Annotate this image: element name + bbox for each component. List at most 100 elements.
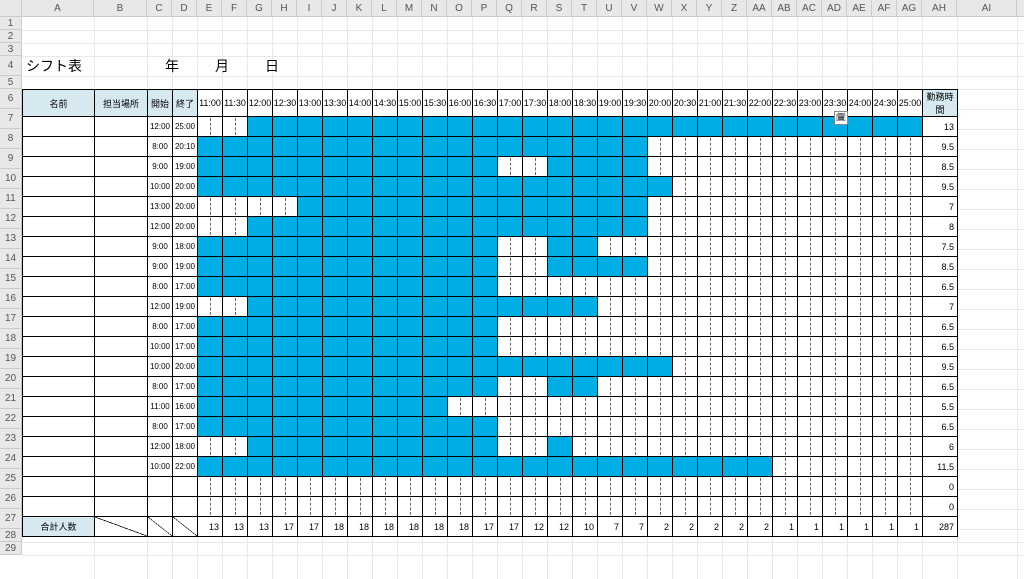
row-header[interactable]: 22	[0, 409, 22, 429]
table-header: 17:30	[523, 90, 548, 117]
row-header[interactable]: 2	[0, 30, 22, 43]
col-header[interactable]: H	[272, 0, 297, 16]
col-header[interactable]: A	[22, 0, 94, 16]
col-header[interactable]: L	[372, 0, 397, 16]
table-header: 12:30	[273, 90, 298, 117]
table-row[interactable]: 10:0020:009.5	[23, 357, 958, 377]
table-row[interactable]: 8:0020:109.5	[23, 137, 958, 157]
col-header[interactable]: S	[547, 0, 572, 16]
table-row[interactable]: 8:0017:006.5	[23, 417, 958, 437]
col-header[interactable]: Q	[497, 0, 522, 16]
row-header[interactable]: 25	[0, 469, 22, 489]
row-header[interactable]: 27	[0, 509, 22, 529]
col-header[interactable]: W	[647, 0, 672, 16]
col-header[interactable]: X	[672, 0, 697, 16]
row-header[interactable]: 7	[0, 109, 22, 129]
row-header[interactable]: 12	[0, 209, 22, 229]
col-header[interactable]: AD	[822, 0, 847, 16]
shift-table[interactable]: 名前担当場所開始終了11:0011:3012:0012:3013:0013:30…	[22, 89, 958, 537]
table-header: 担当場所	[95, 90, 148, 117]
table-row[interactable]: 8:0017:006.5	[23, 277, 958, 297]
col-header[interactable]: M	[397, 0, 422, 16]
row-headers: 1234567891011121314151617181920212223242…	[0, 17, 22, 555]
table-row[interactable]: 12:0019:007	[23, 297, 958, 317]
table-row[interactable]: 11:0016:005.5	[23, 397, 958, 417]
table-row[interactable]: 10:0020:009.5	[23, 177, 958, 197]
row-header[interactable]: 13	[0, 229, 22, 249]
col-header[interactable]: AG	[897, 0, 922, 16]
table-header: 開始	[148, 90, 173, 117]
col-header[interactable]: J	[322, 0, 347, 16]
row-header[interactable]: 16	[0, 289, 22, 309]
table-row[interactable]: 12:0018:006	[23, 437, 958, 457]
table-row[interactable]: 0	[23, 497, 958, 517]
table-row[interactable]: 0	[23, 477, 958, 497]
row-header[interactable]: 11	[0, 189, 22, 209]
row-header[interactable]: 28	[0, 529, 22, 542]
col-header[interactable]: AC	[797, 0, 822, 16]
col-header[interactable]: R	[522, 0, 547, 16]
row-header[interactable]: 1	[0, 17, 22, 30]
row-header[interactable]: 19	[0, 349, 22, 369]
table-row[interactable]: 13:0020:007	[23, 197, 958, 217]
col-header[interactable]: AF	[872, 0, 897, 16]
col-header[interactable]: AB	[772, 0, 797, 16]
row-header[interactable]: 29	[0, 542, 22, 555]
row-header[interactable]: 17	[0, 309, 22, 329]
row-header[interactable]: 10	[0, 169, 22, 189]
col-header[interactable]: E	[197, 0, 222, 16]
col-header[interactable]: C	[147, 0, 172, 16]
row-header[interactable]: 15	[0, 269, 22, 289]
table-header: 25:00	[898, 90, 923, 117]
col-header[interactable]: B	[94, 0, 147, 16]
col-header[interactable]: N	[422, 0, 447, 16]
col-header[interactable]: V	[622, 0, 647, 16]
row-header[interactable]: 24	[0, 449, 22, 469]
column-headers: ABCDEFGHIJKLMNOPQRSTUVWXYZAAABACADAEAFAG…	[0, 0, 1024, 17]
table-row[interactable]: 9:0018:007.5	[23, 237, 958, 257]
table-row[interactable]: 9:0019:008.5	[23, 157, 958, 177]
table-header: 17:00	[498, 90, 523, 117]
row-header[interactable]: 23	[0, 429, 22, 449]
row-header[interactable]: 9	[0, 149, 22, 169]
table-header: 12:00	[248, 90, 273, 117]
table-row[interactable]: 10:0017:006.5	[23, 337, 958, 357]
totals-sum: 287	[923, 517, 958, 537]
row-header[interactable]: 5	[0, 76, 22, 89]
table-row[interactable]: 9:0019:008.5	[23, 257, 958, 277]
col-header[interactable]: Y	[697, 0, 722, 16]
row-header[interactable]: 8	[0, 129, 22, 149]
col-header[interactable]: AH	[922, 0, 957, 16]
col-header[interactable]: I	[297, 0, 322, 16]
table-row[interactable]: 12:0020:008	[23, 217, 958, 237]
row-header[interactable]: 21	[0, 389, 22, 409]
table-row[interactable]: 12:0025:0013	[23, 117, 958, 137]
col-header[interactable]: U	[597, 0, 622, 16]
col-header[interactable]: D	[172, 0, 197, 16]
row-header[interactable]: 6	[0, 89, 22, 109]
col-header[interactable]: G	[247, 0, 272, 16]
col-header[interactable]: O	[447, 0, 472, 16]
table-header: 20:30	[673, 90, 698, 117]
table-row[interactable]: 8:0017:006.5	[23, 377, 958, 397]
col-header[interactable]: AA	[747, 0, 772, 16]
row-header[interactable]: 3	[0, 43, 22, 56]
row-header[interactable]: 20	[0, 369, 22, 389]
spreadsheet[interactable]: { "columns": ["A","B","C","D","E","F","G…	[0, 0, 1024, 579]
table-header: 勤務時間	[923, 90, 958, 117]
col-header[interactable]: Z	[722, 0, 747, 16]
col-header[interactable]: AI	[957, 0, 1017, 16]
row-header[interactable]: 18	[0, 329, 22, 349]
table-row[interactable]: 10:0022:0011.5	[23, 457, 958, 477]
row-header[interactable]: 14	[0, 249, 22, 269]
col-header[interactable]: K	[347, 0, 372, 16]
col-header[interactable]: T	[572, 0, 597, 16]
col-header[interactable]: P	[472, 0, 497, 16]
date-picker-icon[interactable]: 🗓	[834, 111, 848, 125]
table-header: 11:00	[198, 90, 223, 117]
col-header[interactable]: F	[222, 0, 247, 16]
col-header[interactable]: AE	[847, 0, 872, 16]
table-row[interactable]: 8:0017:006.5	[23, 317, 958, 337]
row-header[interactable]: 26	[0, 489, 22, 509]
row-header[interactable]: 4	[0, 56, 22, 76]
